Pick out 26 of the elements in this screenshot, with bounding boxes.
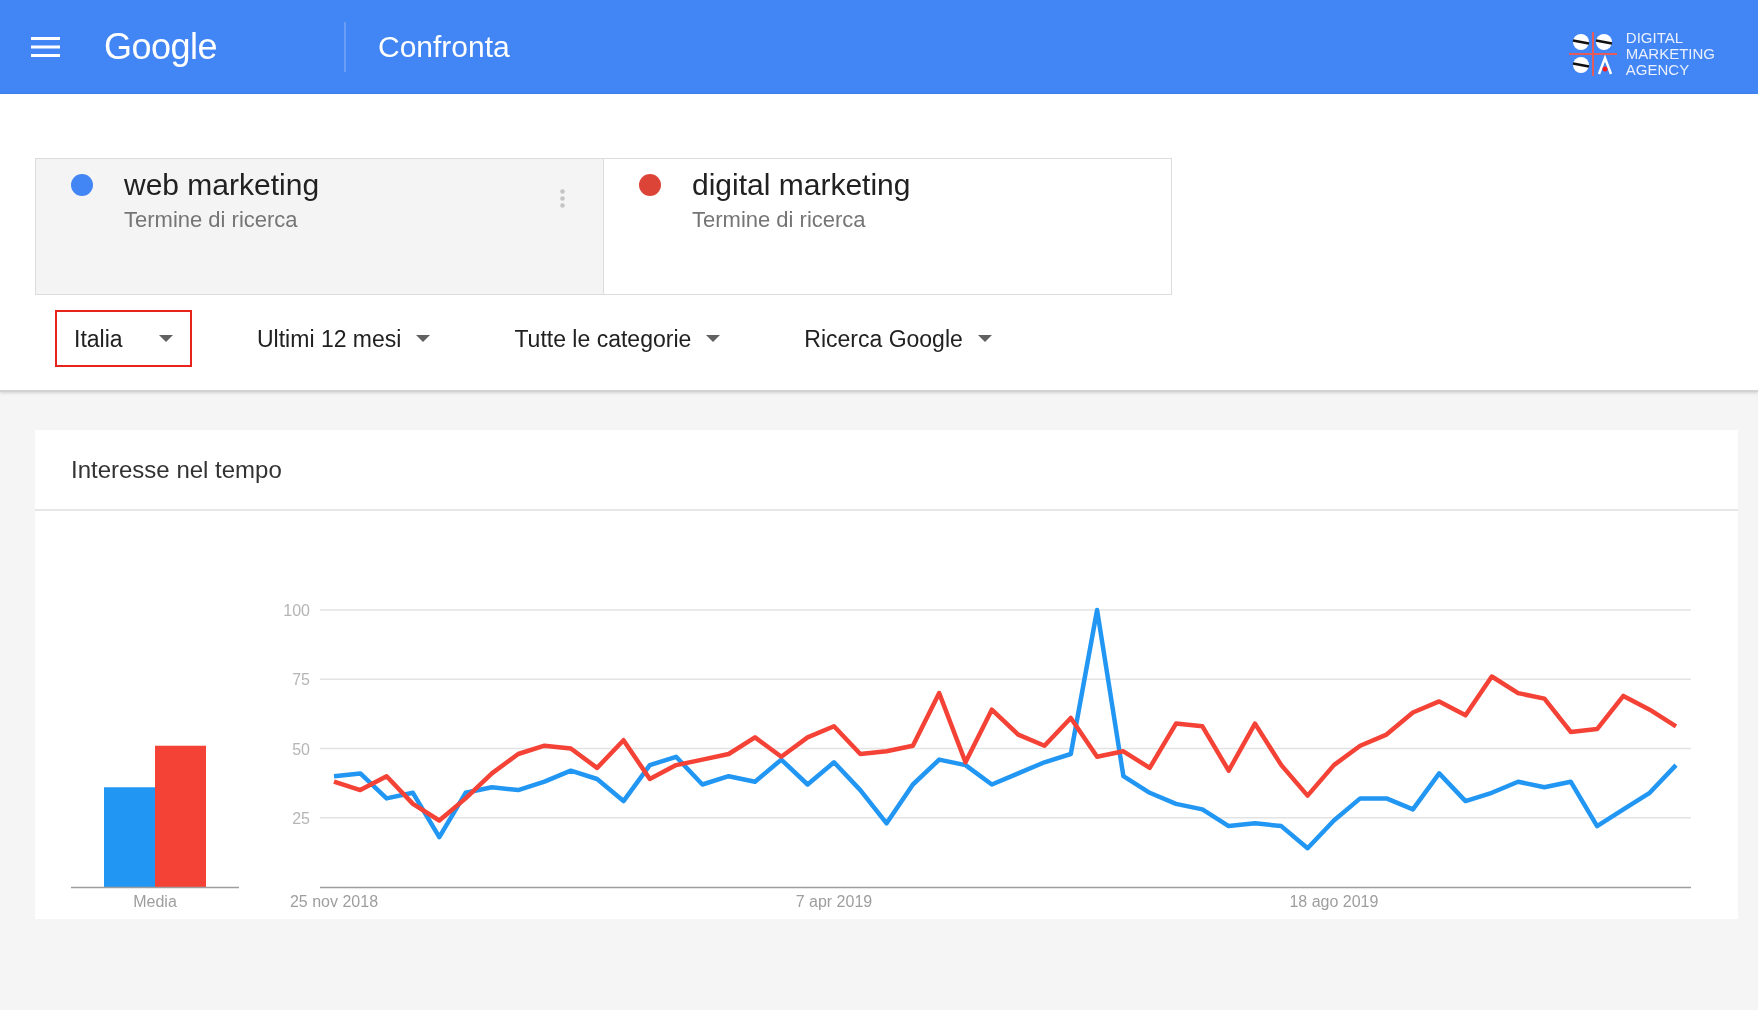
logo-text: MARKETING bbox=[1625, 46, 1715, 62]
caret-icon bbox=[706, 335, 721, 342]
axis-label: 25 nov 2018 bbox=[289, 893, 379, 910]
logo-text[interactable]: Google bbox=[104, 26, 218, 68]
term-panel[interactable]: web marketing Termine di ricerca bbox=[36, 159, 603, 294]
caret-icon bbox=[977, 335, 992, 342]
term-type: Termine di ricerca bbox=[692, 206, 866, 233]
page-title: Confronta bbox=[378, 29, 510, 65]
term-name: digital marketing bbox=[692, 167, 911, 203]
caret-icon bbox=[159, 335, 173, 342]
term-type: Termine di ricerca bbox=[124, 206, 298, 233]
emblem-icon bbox=[1568, 32, 1617, 76]
menu-icon[interactable] bbox=[31, 37, 60, 57]
logo-text: DIGITAL bbox=[1625, 30, 1684, 46]
axis-label: 50 bbox=[292, 740, 310, 758]
axis-label: 18 ago 2019 bbox=[1289, 893, 1379, 910]
term-name: web marketing bbox=[124, 167, 320, 203]
axis-label: 25 bbox=[292, 809, 310, 827]
logo-text: AGENCY bbox=[1625, 62, 1690, 78]
axis-label: 100 bbox=[283, 602, 310, 619]
filter-dropdown[interactable]: Italia bbox=[55, 310, 192, 367]
card-title: Interesse nel tempo bbox=[71, 454, 282, 485]
axis-label: 7 apr 2019 bbox=[795, 893, 873, 910]
caret-icon bbox=[416, 335, 431, 342]
axis-label: Media bbox=[133, 893, 177, 910]
axis-label: 75 bbox=[292, 671, 310, 689]
